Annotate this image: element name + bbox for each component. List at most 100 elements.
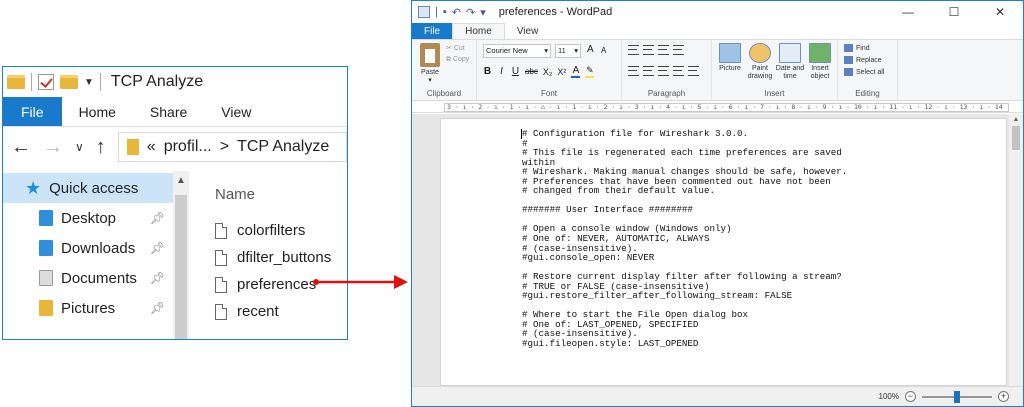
tab-file[interactable]: File (3, 97, 62, 126)
nav-item-downloads[interactable]: Downloads 📌︎ (3, 233, 173, 263)
pin-icon[interactable]: 📌︎ (150, 241, 165, 255)
tab-share[interactable]: Share (133, 97, 204, 126)
select-all-button[interactable]: Select all (844, 68, 884, 76)
maximize-icon[interactable]: ☐ (931, 1, 977, 23)
pin-icon[interactable]: 📌︎ (150, 271, 165, 285)
picture-icon (719, 43, 741, 63)
scroll-up-icon[interactable]: ▲ (173, 175, 189, 186)
grow-font-icon[interactable]: A (587, 44, 594, 55)
scrollbar-thumb[interactable] (1012, 126, 1020, 150)
properties-icon[interactable] (38, 74, 54, 90)
column-header-name[interactable]: Name (215, 179, 347, 209)
zoom-out-icon[interactable]: − (905, 391, 916, 402)
pin-icon[interactable]: 📌︎ (150, 301, 165, 315)
line-spacing-icon[interactable] (673, 45, 684, 55)
paragraph-settings-icon[interactable] (688, 66, 699, 76)
tab-home[interactable]: Home (452, 23, 505, 39)
new-folder-icon[interactable] (60, 75, 78, 89)
document-text[interactable]: # Configuration file for Wireshark 3.0.0… (522, 129, 847, 349)
font-size-select[interactable]: 11 ▾ (555, 44, 581, 58)
nav-item-quick-access[interactable]: ★ Quick access (3, 173, 173, 203)
scroll-up-icon[interactable]: ▲ (1009, 116, 1023, 123)
up-arrow-icon[interactable]: ↑ (96, 136, 106, 159)
minimize-icon[interactable]: — (885, 1, 931, 23)
wordpad-app-icon[interactable] (418, 6, 430, 18)
group-label: Paragraph (647, 89, 686, 98)
breadcrumb-overflow[interactable]: « (147, 138, 156, 156)
document-scrollbar[interactable]: ▲ (1009, 114, 1023, 386)
decrease-indent-icon[interactable] (628, 45, 639, 55)
file-item-dfilter-buttons[interactable]: dfilter_buttons (215, 244, 347, 271)
picture-button[interactable]: Picture (715, 43, 745, 73)
shrink-font-icon[interactable]: A (601, 46, 606, 55)
address-bar[interactable]: « profil... > TCP Analyze (117, 132, 347, 162)
italic-icon[interactable]: I (497, 66, 506, 77)
bold-icon[interactable]: B (483, 66, 492, 77)
nav-item-pictures[interactable]: Pictures 📌︎ (3, 293, 173, 323)
nav-scrollbar[interactable]: ▲ (173, 171, 189, 339)
forward-arrow-icon[interactable]: → (43, 136, 63, 159)
ruler[interactable]: 3 · ı · 2 · ı · 1 · ı · ⌂ · ı · 1 · ı · … (412, 101, 1023, 113)
document-page[interactable]: # Configuration file for Wireshark 3.0.0… (440, 118, 1007, 386)
cut-button[interactable]: ✂ Cut (446, 44, 465, 52)
highlight-icon[interactable]: ✎ (585, 65, 595, 78)
back-arrow-icon[interactable]: ← (11, 136, 31, 159)
file-name: preferences (237, 276, 317, 293)
bullets-icon[interactable] (658, 45, 669, 55)
chevron-down-icon: ▾ (544, 46, 548, 55)
insert-object-button[interactable]: Insert object (805, 43, 835, 81)
zoom-in-icon[interactable]: + (998, 391, 1009, 402)
chevron-down-icon[interactable]: ▼ (84, 77, 94, 88)
align-right-icon[interactable] (658, 66, 669, 76)
font-color-icon[interactable]: A (571, 65, 581, 78)
nav-item-desktop[interactable]: Desktop 📌︎ (3, 203, 173, 233)
superscript-icon[interactable]: X² (557, 67, 566, 77)
align-left-icon[interactable] (628, 66, 639, 76)
file-list-pane: Name colorfilters dfilter_buttons prefer… (189, 167, 347, 339)
paste-button[interactable]: Paste ▾ (418, 43, 442, 84)
find-button[interactable]: Find (844, 44, 870, 52)
font-family-select[interactable]: Courier New ▾ (483, 44, 551, 58)
copy-button[interactable]: ⧉ Copy (446, 56, 469, 64)
navigation-pane: ★ Quick access Desktop 📌︎ Downloads 📌︎ D… (3, 167, 189, 339)
replace-button[interactable]: Replace (844, 56, 882, 64)
chevron-down-icon: ▾ (428, 77, 432, 84)
document-area[interactable]: # Configuration file for Wireshark 3.0.0… (412, 114, 1023, 386)
subscript-icon[interactable]: X₂ (543, 67, 553, 77)
pictures-icon (39, 300, 53, 316)
nav-item-label: Documents (61, 269, 137, 287)
align-center-icon[interactable] (643, 66, 654, 76)
close-icon[interactable]: ✕ (977, 1, 1023, 23)
undo-icon[interactable]: ↶ (452, 6, 461, 19)
zoom-slider[interactable] (922, 390, 992, 403)
paint-drawing-button[interactable]: Paint drawing (745, 43, 775, 81)
breadcrumb-current[interactable]: TCP Analyze (237, 138, 329, 156)
paint-label: Paint drawing (747, 65, 773, 80)
increase-indent-icon[interactable] (643, 45, 654, 55)
redo-icon[interactable]: ↷ (466, 6, 475, 19)
tab-home[interactable]: Home (62, 97, 133, 126)
scrollbar-thumb[interactable] (175, 195, 187, 339)
justify-icon[interactable] (673, 66, 684, 76)
divider (31, 73, 32, 91)
zoom-slider-thumb[interactable] (954, 390, 960, 403)
tab-view[interactable]: View (505, 23, 551, 39)
pin-icon[interactable]: 📌︎ (150, 211, 165, 225)
file-item-colorfilters[interactable]: colorfilters (215, 217, 347, 244)
window-title: TCP Analyze (110, 73, 204, 90)
nav-item-documents[interactable]: Documents 📌︎ (3, 263, 173, 293)
strikethrough-icon[interactable]: abc (525, 67, 538, 76)
underline-icon[interactable]: U (511, 66, 520, 77)
date-time-button[interactable]: Date and time (775, 43, 805, 81)
chevron-down-icon[interactable]: ▾ (480, 6, 486, 19)
group-label: Insert (764, 89, 785, 98)
save-icon[interactable]: ▪ (443, 6, 447, 18)
tab-view[interactable]: View (204, 97, 268, 126)
file-item-recent[interactable]: recent (215, 298, 347, 325)
divider (99, 73, 101, 91)
recent-locations-chevron-icon[interactable]: ∨ (75, 140, 84, 154)
breadcrumb-separator[interactable]: > (220, 138, 229, 156)
nav-item-label: Pictures (61, 299, 116, 317)
tab-file[interactable]: File (412, 23, 453, 39)
breadcrumb-parent[interactable]: profil... (164, 138, 212, 156)
